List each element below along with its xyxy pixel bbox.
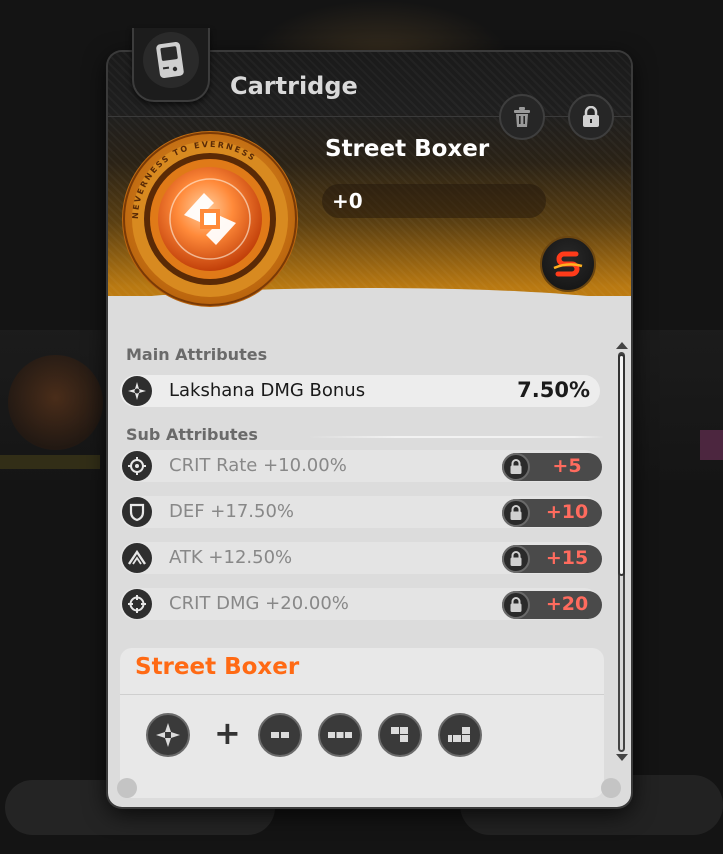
cartridge-disc-art: NEVERNESS TO EVERNESS [122,131,298,307]
lock-icon [510,505,522,520]
main-attribute-name: Lakshana DMG Bonus [169,380,366,401]
crit-dmg-icon [122,589,152,619]
roll-lock-button[interactable] [502,499,530,527]
slot-3-piece-icon[interactable] [318,713,362,757]
roll-indicator: +5 [502,453,602,481]
crit-rate-icon [122,451,152,481]
scroll-thumb[interactable] [618,354,625,576]
sub-attribute-text: DEF +17.50% [169,501,295,522]
lock-icon [510,551,522,566]
atk-icon [122,543,152,573]
roll-lock-button[interactable] [502,591,530,619]
scrollbar[interactable] [616,342,628,762]
sub-attribute-text: CRIT DMG +20.00% [169,593,349,614]
plus-sign: + [214,714,241,752]
lock-button[interactable] [568,94,614,140]
sub-attribute-row: CRIT Rate +10.00% +5 [120,450,602,482]
roll-lock-button[interactable] [502,545,530,573]
header-divider [108,116,631,117]
cartridge-type-badge [132,28,210,102]
scroll-down-arrow[interactable] [616,754,628,761]
roll-value: +15 [545,547,589,569]
roll-value: +20 [545,593,589,615]
set-divider [120,694,604,695]
set-lakshana-icon[interactable] [146,713,190,757]
sub-attributes-divider [308,436,604,438]
roll-indicator: +15 [502,545,602,573]
sub-attribute-text: CRIT Rate +10.00% [169,455,347,476]
background-strip [0,455,100,469]
delete-button[interactable] [499,94,545,140]
slot-2-piece-icon[interactable] [258,713,302,757]
item-name: Street Boxer [325,136,490,162]
corner-dot [601,778,621,798]
slot-tetris-s-icon[interactable] [438,713,482,757]
main-attributes-label: Main Attributes [126,345,268,364]
background-cartridge-thumbnail [8,355,103,450]
rank-s-icon [553,251,583,277]
cartridge-disc: NEVERNESS TO EVERNESS [120,129,300,309]
sub-attributes-label: Sub Attributes [126,425,258,444]
level-bar: +0 [322,184,546,218]
lock-icon [510,459,522,474]
main-attribute-value: 7.50% [517,378,590,402]
set-bonus-card: Street Boxer + [120,648,604,798]
background-strip [700,430,723,460]
rank-s-badge [540,236,596,292]
corner-dot [117,778,137,798]
sub-attribute-text: ATK +12.50% [169,547,293,568]
cartridge-icon-holder [143,32,199,88]
lock-icon [510,597,522,612]
roll-value: +5 [552,455,582,477]
cartridge-detail-panel: Cartridge Street Boxer +0 NEVERNESS TO E… [108,52,631,807]
slot-tetris-l-icon[interactable] [378,713,422,757]
sub-attribute-row: ATK +12.50% +15 [120,542,602,574]
level-value: +0 [332,189,363,213]
main-attribute-row: Lakshana DMG Bonus 7.50% [120,375,600,407]
set-title: Street Boxer [135,654,300,680]
lakshana-element-icon [122,376,152,406]
roll-indicator: +20 [502,591,602,619]
shield-icon [122,497,152,527]
roll-lock-button[interactable] [502,453,530,481]
roll-indicator: +10 [502,499,602,527]
trash-icon [514,107,530,127]
gameboy-icon [156,42,184,78]
scroll-up-arrow[interactable] [616,342,628,349]
sub-attribute-row: DEF +17.50% +10 [120,496,602,528]
panel-title: Cartridge [230,72,358,100]
roll-value: +10 [545,501,589,523]
sub-attribute-row: CRIT DMG +20.00% +20 [120,588,602,620]
lock-icon [583,106,599,127]
